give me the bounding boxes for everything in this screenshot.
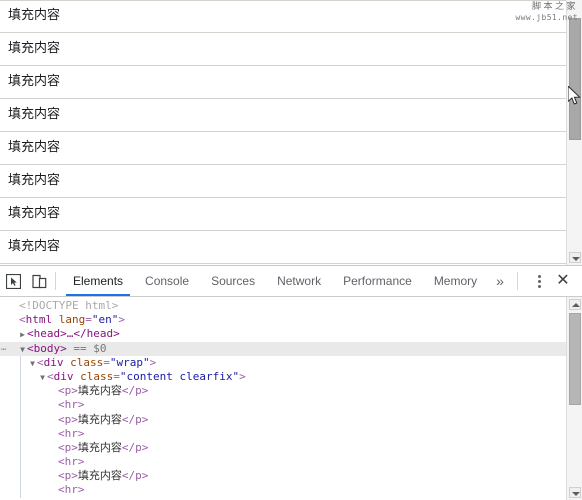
filler-paragraph: 填充内容 <box>8 8 61 23</box>
collapse-triangle-icon[interactable]: ▼ <box>28 357 37 371</box>
filler-paragraph: 填充内容 <box>8 173 61 188</box>
hr-tag: <hr> <box>58 398 85 412</box>
page-scrollbar-thumb[interactable] <box>569 18 581 140</box>
toolbar-right-group: ✕ <box>513 267 582 295</box>
tab-label: Network <box>277 274 322 288</box>
dom-node-p[interactable]: <p>填充内容</p> <box>0 440 566 456</box>
elements-tree-panel: ▶<!DOCTYPE html> ▶<html lang="en"> ▶<hea… <box>0 297 582 500</box>
p-close-tag: </p> <box>121 412 149 426</box>
p-open-tag: <p> <box>58 412 78 426</box>
dom-node-body[interactable]: ⋯ ▼ <body> == $0 <box>0 341 566 357</box>
tab-sources[interactable]: Sources <box>200 266 266 296</box>
devtools-scrollbar[interactable] <box>566 297 582 500</box>
attr-name: lang <box>58 313 86 327</box>
dom-node-hr[interactable]: <hr> <box>0 426 566 441</box>
filler-paragraph: 填充内容 <box>8 206 61 221</box>
filler-paragraph: 填充内容 <box>8 107 61 122</box>
close-devtools-icon[interactable]: ✕ <box>550 267 576 295</box>
mouse-cursor <box>567 84 581 110</box>
tab-label: Memory <box>433 274 478 288</box>
expand-triangle-icon[interactable]: ▶ <box>18 328 27 342</box>
dom-node-content[interactable]: ▼ <div class="content clearfix"> <box>0 369 566 385</box>
head-collapsed-text: <head>…</head> <box>27 327 120 341</box>
devtools-tabs: Elements Console Sources Network Perform… <box>62 266 512 296</box>
tab-label: Sources <box>211 274 256 288</box>
page-viewport: 填充内容 填充内容 填充内容 填充内容 填充内容 填充内容 填充内容 填充内容 … <box>0 0 582 266</box>
inspect-element-icon[interactable] <box>0 267 26 295</box>
p-text: 填充内容 <box>77 412 122 426</box>
devtools-toolbar: Elements Console Sources Network Perform… <box>0 266 582 297</box>
page-scrollbar[interactable] <box>566 0 582 265</box>
device-toolbar-icon[interactable] <box>26 267 52 295</box>
p-text: 填充内容 <box>77 384 122 398</box>
hr-tag: <hr> <box>58 426 85 440</box>
scroll-down-arrow-icon[interactable] <box>569 252 581 263</box>
dom-node-html[interactable]: ▶<html lang="en"> <box>0 313 566 327</box>
dom-node-hr[interactable]: <hr> <box>0 455 566 470</box>
dom-node-hr[interactable]: <hr> <box>0 398 566 413</box>
tab-network[interactable]: Network <box>266 266 332 296</box>
angle-open: < <box>19 313 26 327</box>
node-badge: ⋯ <box>1 344 8 355</box>
top-rule <box>0 0 566 1</box>
devtools-scrollbar-thumb[interactable] <box>569 313 581 405</box>
p-close-tag: </p> <box>121 469 149 483</box>
scroll-up-arrow-icon[interactable] <box>569 299 581 310</box>
p-close-tag: </p> <box>121 384 149 398</box>
dom-node-hr[interactable]: <hr> <box>0 483 566 498</box>
doctype-text: <!DOCTYPE html> <box>19 299 119 312</box>
devtools-panel: Elements Console Sources Network Perform… <box>0 266 582 500</box>
dom-node-p[interactable]: <p>填充内容</p> <box>0 469 566 484</box>
attr-value: "content clearfix" <box>119 369 240 383</box>
tab-memory[interactable]: Memory <box>423 266 488 296</box>
tab-console[interactable]: Console <box>134 266 200 296</box>
page-content: 填充内容 填充内容 填充内容 填充内容 填充内容 填充内容 填充内容 填充内容 <box>0 0 566 264</box>
browser-window: 填充内容 填充内容 填充内容 填充内容 填充内容 填充内容 填充内容 填充内容 … <box>0 0 582 500</box>
tab-label: Console <box>145 274 190 288</box>
attr-eq: = <box>85 313 92 327</box>
tab-label: Performance <box>343 274 412 288</box>
hr-tag: <hr> <box>58 455 85 469</box>
more-tabs-icon[interactable]: » <box>488 266 512 296</box>
p-text: 填充内容 <box>77 469 122 483</box>
dom-node-head[interactable]: ▶ <head>…</head> <box>0 327 566 341</box>
tag-name: html <box>25 313 53 327</box>
dom-node-doctype[interactable]: ▶<!DOCTYPE html> <box>0 299 566 313</box>
collapse-triangle-icon[interactable]: ▼ <box>18 343 27 357</box>
filler-paragraph: 填充内容 <box>8 74 61 89</box>
hr-tag: <hr> <box>58 483 85 497</box>
tag-name: div <box>43 355 64 369</box>
collapse-triangle-icon[interactable]: ▼ <box>38 371 47 385</box>
toolbar-divider <box>517 272 518 290</box>
selected-node-marker: == $0 <box>73 341 107 355</box>
tab-elements[interactable]: Elements <box>62 266 134 296</box>
p-open-tag: <p> <box>58 469 78 483</box>
toolbar-divider <box>55 272 56 290</box>
p-close-tag: </p> <box>121 440 149 454</box>
tag-name: <body> <box>27 341 67 355</box>
tab-label: Elements <box>73 274 124 288</box>
tab-performance[interactable]: Performance <box>332 266 423 296</box>
angle-close: > <box>118 313 125 327</box>
attr-name: class <box>70 355 104 369</box>
dom-node-wrap[interactable]: ▼ <div class="wrap"> <box>0 355 566 371</box>
content-divider <box>0 263 566 264</box>
tag-name: div <box>53 369 74 383</box>
dom-node-p[interactable]: <p>填充内容</p> <box>0 384 566 399</box>
more-options-icon[interactable] <box>528 267 550 295</box>
filler-paragraph: 填充内容 <box>8 140 61 155</box>
scroll-down-arrow-icon[interactable] <box>569 487 581 498</box>
filler-paragraph: 填充内容 <box>8 239 61 254</box>
dom-node-p[interactable]: <p>填充内容</p> <box>0 412 566 427</box>
p-open-tag: <p> <box>58 440 78 454</box>
p-text: 填充内容 <box>77 440 122 454</box>
page-wrap: 填充内容 填充内容 填充内容 填充内容 填充内容 填充内容 填充内容 填充内容 <box>0 0 566 264</box>
attr-value: "wrap" <box>109 355 150 369</box>
filler-paragraph: 填充内容 <box>8 41 61 56</box>
attr-name: class <box>80 369 114 383</box>
attr-value: "en" <box>91 313 119 327</box>
p-open-tag: <p> <box>58 384 78 398</box>
dom-tree: ▶<!DOCTYPE html> ▶<html lang="en"> ▶<hea… <box>0 299 566 498</box>
